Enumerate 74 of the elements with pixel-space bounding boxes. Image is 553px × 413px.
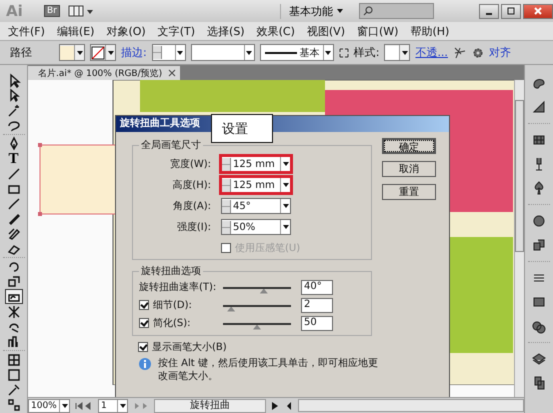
- workspace-dropdown[interactable]: 基本功能: [280, 4, 351, 18]
- option-checkbox[interactable]: 简化(S):: [139, 316, 191, 330]
- brush-options-icon[interactable]: [338, 48, 349, 58]
- info-text: 按住 Alt 键，然后使用该工具单击，即可相应地更改画笔大小。: [158, 357, 378, 383]
- number-combo[interactable]: 125 mm: [219, 175, 293, 195]
- minimize-button[interactable]: [479, 4, 499, 18]
- app-logo: Ai: [6, 2, 24, 20]
- stroke-link[interactable]: 描边:: [121, 45, 147, 60]
- slider-label: 旋转扭曲速率(T):: [139, 280, 218, 294]
- field-label: 强度(I):: [176, 220, 211, 234]
- dialog-button[interactable]: 确定: [382, 138, 436, 154]
- layout-grid-icon[interactable]: [68, 5, 94, 17]
- close-icon[interactable]: [168, 69, 176, 77]
- value-field[interactable]: 2: [301, 298, 333, 312]
- group-title: 旋转扭曲选项: [140, 264, 202, 278]
- gear-icon[interactable]: [472, 46, 484, 58]
- document-tab[interactable]: 名片.ai* @ 100% (RGB/预览): [28, 66, 180, 80]
- opacity-link[interactable]: 不透...: [415, 45, 448, 60]
- search-field[interactable]: [358, 3, 434, 19]
- panel-icon[interactable]: [531, 351, 547, 367]
- field-label: 角度(A):: [172, 200, 211, 213]
- panel-icon[interactable]: [531, 213, 547, 229]
- fill-swatch[interactable]: [59, 44, 85, 61]
- panel-icon[interactable]: [531, 237, 547, 253]
- number-combo[interactable]: 50%: [221, 219, 291, 235]
- field-label: 宽度(W):: [168, 158, 211, 171]
- menu-item[interactable]: 文件(F): [8, 24, 45, 38]
- value-field[interactable]: 40°: [301, 280, 333, 294]
- stroke-weight-field[interactable]: [152, 44, 186, 61]
- show-size-checkbox[interactable]: 显示画笔大小(B): [138, 340, 227, 354]
- zoom-dropdown[interactable]: 100%: [28, 398, 70, 412]
- close-button[interactable]: [523, 4, 553, 18]
- slider-thumb[interactable]: [260, 288, 268, 294]
- menu-item[interactable]: 视图(V): [306, 24, 345, 38]
- style-swatch[interactable]: [384, 44, 410, 61]
- maximize-icon: [507, 7, 515, 15]
- number-combo[interactable]: 125 mm: [219, 154, 293, 174]
- play-icon[interactable]: [270, 400, 280, 410]
- align-link[interactable]: 对齐: [488, 45, 511, 60]
- number-combo[interactable]: 45°: [221, 198, 291, 214]
- option-checkbox[interactable]: 细节(D):: [139, 298, 192, 312]
- dialog-button[interactable]: 重置: [382, 184, 436, 200]
- menu-item[interactable]: 编辑(E): [56, 24, 94, 38]
- style-label: 样式:: [354, 45, 380, 60]
- page-field[interactable]: 1: [98, 398, 128, 412]
- callout-label: 设置: [211, 114, 273, 143]
- value-field[interactable]: 50: [301, 316, 333, 330]
- vertical-scrollbar[interactable]: [514, 80, 524, 397]
- stroke-swatch[interactable]: [90, 44, 116, 61]
- slider-thumb[interactable]: [227, 306, 236, 312]
- group-title: 全局画笔尺寸: [140, 138, 202, 152]
- status-tool-field[interactable]: 旋转扭曲: [154, 398, 266, 412]
- menu-item[interactable]: 效果(C): [256, 24, 295, 38]
- menu-item[interactable]: 窗口(W): [356, 24, 398, 38]
- maximize-button[interactable]: [501, 4, 521, 18]
- recolor-icon[interactable]: [452, 46, 467, 60]
- info-icon: [138, 357, 152, 371]
- menu-item[interactable]: 帮助(H): [410, 24, 450, 38]
- dialog-button[interactable]: 取消: [382, 161, 436, 177]
- close-icon: [534, 7, 542, 15]
- menu-item[interactable]: 文字(T): [158, 24, 196, 38]
- brush-dropdown[interactable]: 基本: [260, 44, 334, 61]
- tool-button[interactable]: T: [4, 151, 22, 166]
- panel-icon[interactable]: [531, 99, 547, 115]
- menu-item[interactable]: 选择(S): [207, 24, 245, 38]
- horizontal-scrollbar[interactable]: [298, 399, 524, 412]
- tool-button[interactable]: [4, 289, 22, 304]
- selection-type-label: 路径: [10, 45, 33, 60]
- menu-item[interactable]: 对象(O): [106, 24, 146, 38]
- bridge-button[interactable]: Br: [44, 5, 60, 17]
- slider-thumb[interactable]: [253, 324, 261, 330]
- variable-width-dropdown[interactable]: [190, 44, 255, 61]
- field-label: 高度(H):: [171, 178, 211, 192]
- search-icon: [362, 6, 373, 16]
